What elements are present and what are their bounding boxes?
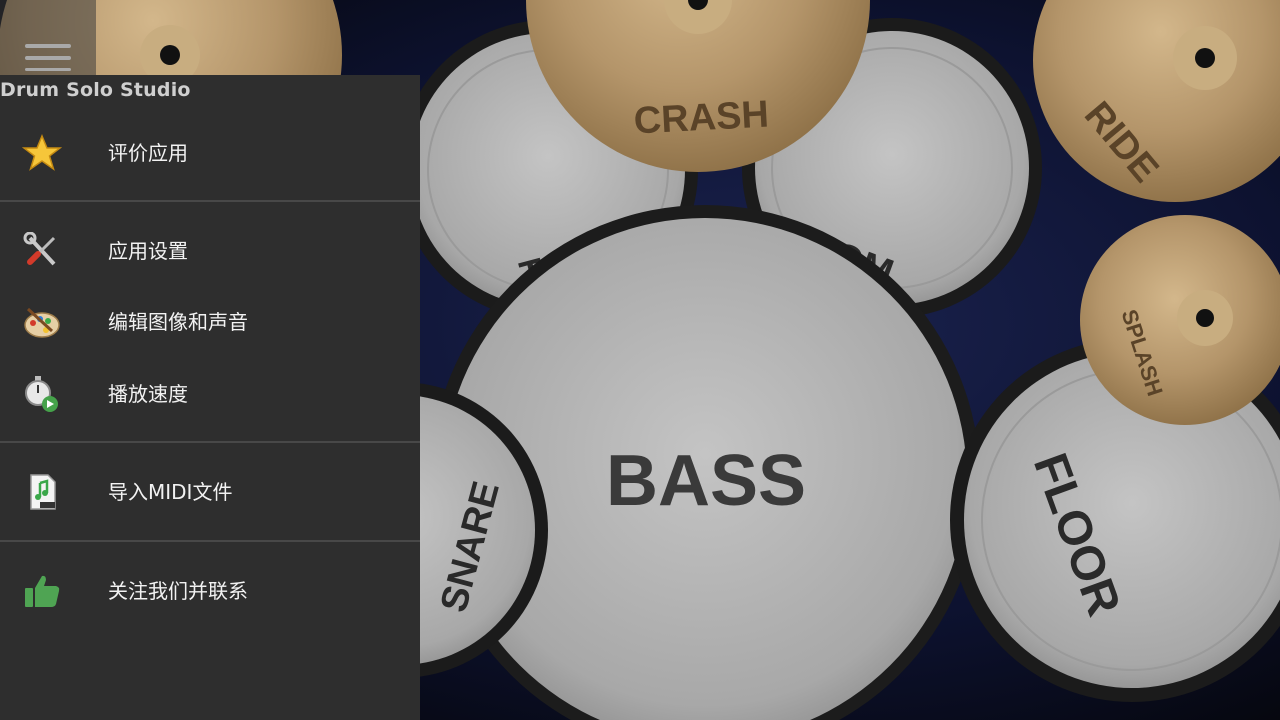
app-title: Drum Solo Studio: [0, 79, 191, 101]
crash-label: CRASH: [633, 94, 770, 143]
star-icon: [22, 134, 62, 171]
tools-icon: [23, 232, 56, 266]
menu-item-follow-contact[interactable]: 关注我们并联系: [0, 558, 420, 624]
navigation-drawer: Drum Solo Studio 评价应用 应用设置 编辑图像和声音 播放速度 …: [0, 75, 420, 720]
menu-item-settings[interactable]: 应用设置: [0, 218, 420, 284]
menu-item-import-midi[interactable]: 导入MIDI文件: [0, 459, 420, 525]
menu-item-playback-speed[interactable]: 播放速度: [0, 361, 420, 427]
bass-label: BASS: [606, 441, 806, 521]
midi-file-icon: [30, 474, 56, 510]
hamburger-icon: [25, 44, 71, 48]
menu-button[interactable]: [0, 0, 96, 75]
divider: [0, 441, 420, 443]
menu-item-rate-app[interactable]: 评价应用: [0, 120, 420, 186]
stopwatch-icon: [25, 376, 58, 412]
palette-icon: [24, 307, 60, 338]
menu-item-edit-images-sounds[interactable]: 编辑图像和声音: [0, 289, 420, 355]
thumbs-up-icon: [25, 575, 60, 607]
divider: [0, 540, 420, 542]
divider: [0, 200, 420, 202]
